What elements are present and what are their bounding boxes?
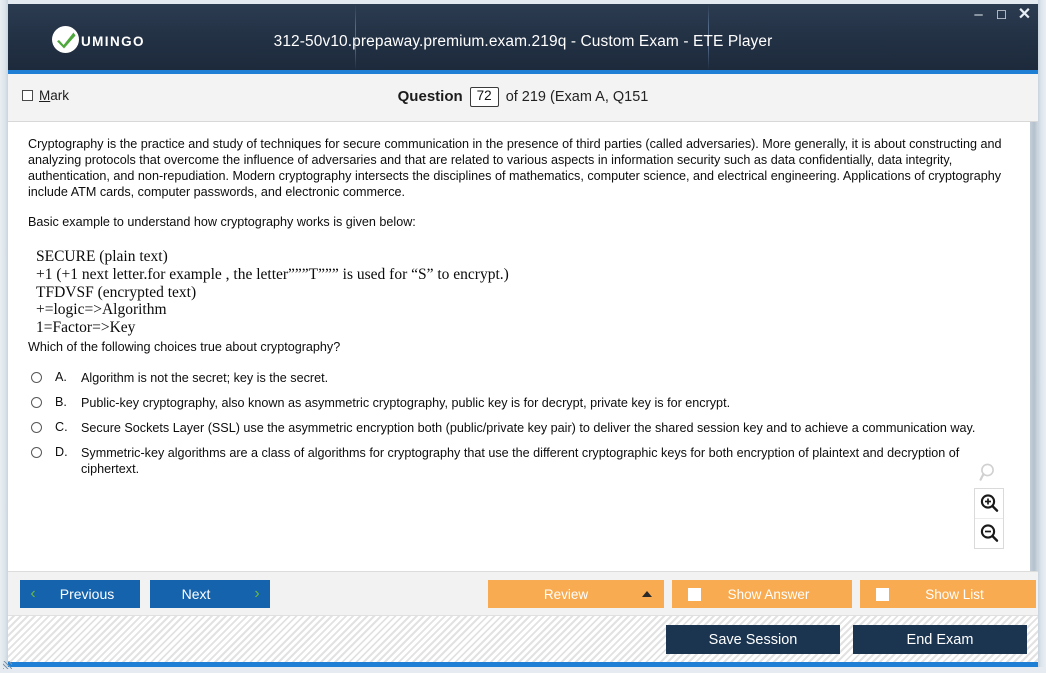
next-button[interactable]: Next › <box>150 580 270 608</box>
magnifier-icon[interactable] <box>974 458 1004 486</box>
radio-button-d[interactable] <box>31 446 42 458</box>
question-intro-paragraph: Cryptography is the practice and study o… <box>28 137 1002 199</box>
magnifier-minus-icon[interactable] <box>975 518 1003 548</box>
example-line: SECURE (plain text) <box>36 248 168 265</box>
question-total-label: of 219 (Exam A, Q151 <box>505 88 649 105</box>
ete-player-window: UMINGO 312-50v10.prepaway.premium.exam.2… <box>0 0 1046 673</box>
review-button-label: Review <box>543 586 589 602</box>
example-line: 1=Factor=>Key <box>36 319 136 337</box>
show-answer-button-label: Show Answer <box>727 586 810 602</box>
question-counter: Question 72 of 219 (Exam A, Q151 <box>8 87 1038 107</box>
minimize-icon[interactable]: – <box>971 7 986 22</box>
previous-button[interactable]: ‹ Previous <box>20 580 140 608</box>
answer-option-d[interactable]: D. Symmetric-key algorithms are a class … <box>28 445 1012 477</box>
question-header-bar: Mark Question 72 of 219 (Exam A, Q151 <box>8 74 1038 122</box>
resize-grip[interactable] <box>3 661 12 669</box>
bottom-action-bar: Save Session End Exam <box>8 615 1038 663</box>
chevron-left-icon: ‹ <box>30 585 36 602</box>
answer-option-c[interactable]: C. Secure Sockets Layer (SSL) use the as… <box>28 420 1012 436</box>
previous-button-label: Previous <box>59 586 115 602</box>
example-line: +=logic=>Algorithm <box>36 301 167 319</box>
title-bar[interactable]: UMINGO 312-50v10.prepaway.premium.exam.2… <box>8 4 1038 70</box>
square-icon <box>688 587 701 601</box>
radio-button-b[interactable] <box>31 396 42 408</box>
question-word-label: Question <box>397 88 463 106</box>
chevron-right-icon: › <box>254 585 260 602</box>
end-exam-button[interactable]: End Exam <box>853 625 1027 654</box>
option-letter-b: B. <box>55 394 67 409</box>
vertical-scrollbar[interactable] <box>1030 122 1038 571</box>
option-letter-a: A. <box>55 369 67 384</box>
review-button[interactable]: Review <box>488 580 664 608</box>
option-text-b: Public-key cryptography, also known as a… <box>81 395 731 410</box>
radio-button-c[interactable] <box>31 421 42 433</box>
radio-button-a[interactable] <box>31 371 42 383</box>
answer-option-a[interactable]: A. Algorithm is not the secret; key is t… <box>28 370 1012 386</box>
save-session-button[interactable]: Save Session <box>666 625 840 654</box>
option-letter-d: D. <box>55 444 68 459</box>
show-list-button[interactable]: Show List <box>860 580 1036 608</box>
zoom-buttons-box <box>974 488 1004 549</box>
cryptography-example-block: SECURE (plain text) +1 (+1 next letter.f… <box>36 248 1012 337</box>
navigation-toolbar: ‹ Previous Next › Review Show Answer Sho… <box>8 571 1038 616</box>
option-text-c: Secure Sockets Layer (SSL) use the asymm… <box>81 420 976 435</box>
show-list-button-label: Show List <box>925 586 984 602</box>
question-number-input[interactable]: 72 <box>469 87 499 107</box>
question-content-inner: Cryptography is the practice and study o… <box>8 122 1030 571</box>
option-text-d: Symmetric-key algorithms are a class of … <box>81 445 960 476</box>
zoom-tool-cluster <box>974 458 1004 549</box>
answer-option-b[interactable]: B. Public-key cryptography, also known a… <box>28 395 1012 411</box>
example-line: +1 (+1 next letter.for example , the let… <box>36 265 509 283</box>
maximize-icon[interactable]: ☐ <box>994 7 1009 22</box>
close-icon[interactable]: ✕ <box>1017 6 1032 22</box>
option-text-a: Algorithm is not the secret; key is the … <box>81 370 329 385</box>
window-frame-right <box>1038 0 1046 673</box>
caret-up-icon <box>630 591 664 597</box>
magnifier-plus-icon[interactable] <box>975 489 1003 518</box>
question-basic-example-line: Basic example to understand how cryptogr… <box>28 215 416 229</box>
window-title: 312-50v10.prepaway.premium.exam.219q - C… <box>273 33 773 50</box>
show-answer-button[interactable]: Show Answer <box>672 580 852 608</box>
answer-options-list: A. Algorithm is not the secret; key is t… <box>28 370 1012 477</box>
example-line: TFDVSF (encrypted text) <box>36 283 197 301</box>
question-content-area: Cryptography is the practice and study o… <box>8 122 1038 571</box>
next-button-label: Next <box>181 586 211 602</box>
window-frame-left <box>0 0 8 673</box>
window-frame-bottom <box>0 667 1046 673</box>
square-icon <box>876 587 889 601</box>
window-controls: – ☐ ✕ <box>971 6 1032 22</box>
question-prompt: Which of the following choices true abou… <box>28 339 341 354</box>
option-letter-c: C. <box>55 419 68 434</box>
